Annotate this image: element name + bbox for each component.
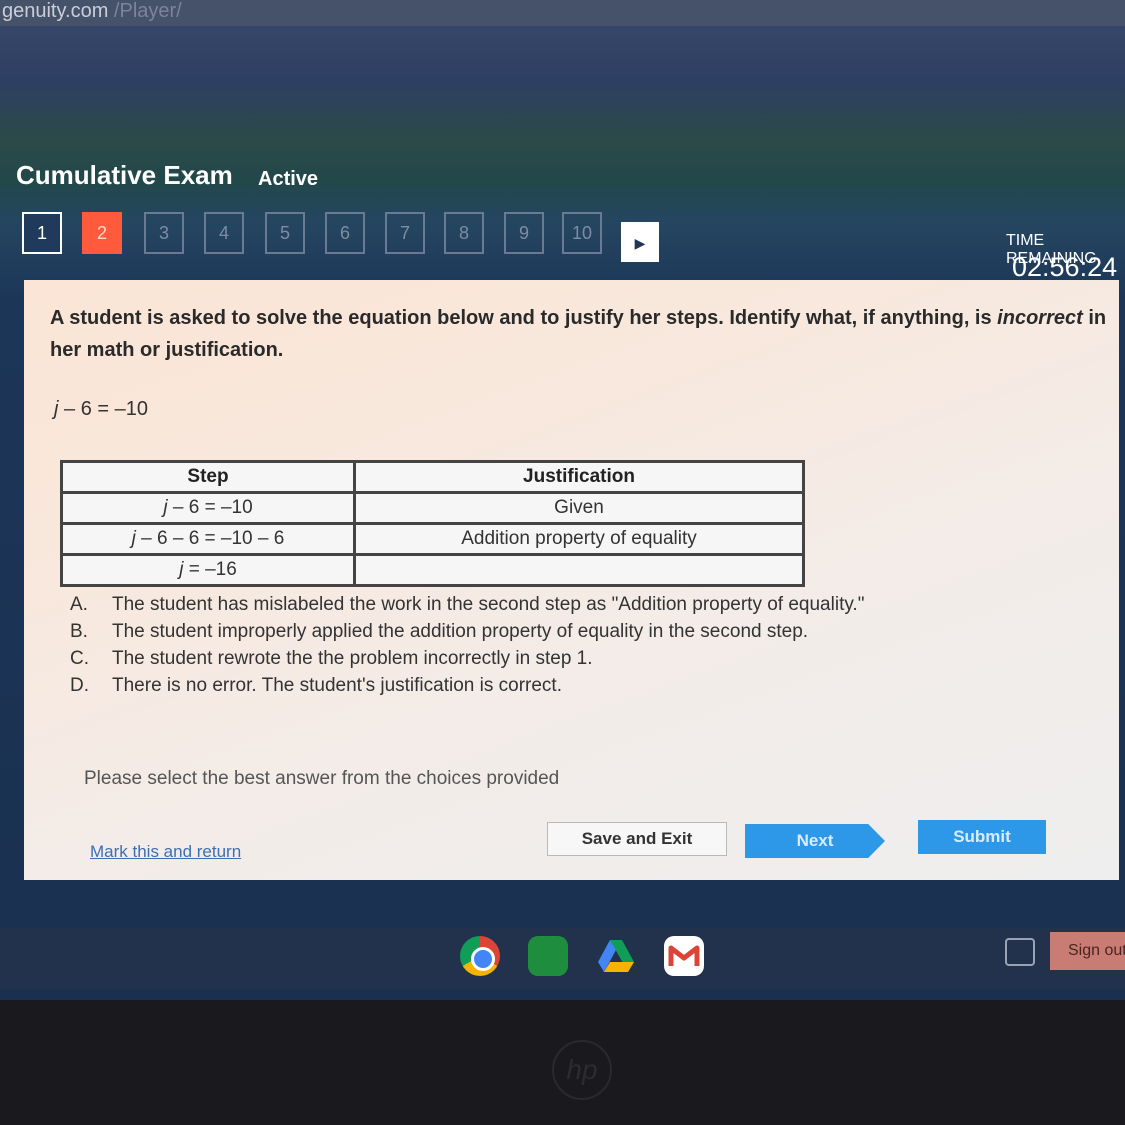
browser-url-bar[interactable]: genuity.com /Player/ bbox=[0, 0, 1125, 26]
answer-choice-a[interactable]: A. The student has mislabeled the work in… bbox=[70, 594, 864, 621]
chrome-icon[interactable] bbox=[460, 936, 500, 976]
justification-cell: Addition property of equality bbox=[353, 522, 805, 556]
next-question-arrow-icon[interactable]: ▶ bbox=[621, 222, 659, 262]
choice-letter: C. bbox=[70, 648, 89, 669]
steps-table: Step Justification j – 6 = –10 Given j –… bbox=[60, 460, 805, 587]
answer-choice-b[interactable]: B. The student improperly applied the add… bbox=[70, 621, 864, 648]
question-text-emphasis: incorrect bbox=[997, 307, 1083, 329]
choice-text: The student has mislabeled the work in t… bbox=[112, 594, 865, 615]
choice-text: There is no error. The student's justifi… bbox=[112, 675, 562, 696]
answer-choice-d[interactable]: D. There is no error. The student's justi… bbox=[70, 675, 864, 702]
choice-letter: D. bbox=[70, 675, 89, 696]
step-column-header: Step bbox=[60, 460, 356, 494]
question-footer: Mark this and return Save and Exit Next … bbox=[64, 820, 1084, 880]
time-remaining-value: 02:56:24 bbox=[1012, 252, 1118, 282]
equation-expression: – 6 = –10 bbox=[58, 398, 148, 420]
question-button-5[interactable]: 5 bbox=[265, 212, 305, 254]
exam-header: Cumulative Exam Active bbox=[0, 150, 1125, 200]
step-cell: j – 6 = –10 bbox=[60, 491, 356, 525]
step-cell: j – 6 – 6 = –10 – 6 bbox=[60, 522, 356, 556]
equation: j – 6 = –10 bbox=[54, 398, 148, 421]
question-panel: A student is asked to solve the equation… bbox=[24, 280, 1119, 880]
step-expression: – 6 – 6 = –10 – 6 bbox=[135, 528, 285, 549]
answer-choice-c[interactable]: C. The student rewrote the the problem in… bbox=[70, 648, 864, 675]
step-expression: = –16 bbox=[183, 559, 237, 580]
question-button-2[interactable]: 2 bbox=[82, 212, 122, 254]
question-prompt: A student is asked to solve the equation… bbox=[50, 302, 1110, 366]
gmail-icon[interactable] bbox=[664, 936, 704, 976]
question-button-4[interactable]: 4 bbox=[204, 212, 244, 254]
question-button-10[interactable]: 10 bbox=[562, 212, 602, 254]
table-row: j – 6 = –10 Given bbox=[60, 491, 805, 525]
question-text-part1: A student is asked to solve the equation… bbox=[50, 307, 998, 329]
choice-text: The student rewrote the the problem inco… bbox=[112, 648, 593, 669]
url-host: genuity.com bbox=[2, 0, 109, 22]
question-button-8[interactable]: 8 bbox=[444, 212, 484, 254]
url-path: /Player/ bbox=[113, 0, 182, 22]
next-button[interactable]: Next bbox=[745, 824, 885, 858]
instruction-hint: Please select the best answer from the c… bbox=[84, 768, 560, 789]
sign-out-button[interactable]: Sign out bbox=[1050, 932, 1125, 970]
exam-status: Active bbox=[258, 168, 319, 190]
choice-text: The student improperly applied the addit… bbox=[112, 621, 809, 642]
submit-button[interactable]: Submit bbox=[918, 820, 1046, 854]
table-row: j – 6 – 6 = –10 – 6 Addition property of… bbox=[60, 522, 805, 556]
justification-cell: Given bbox=[353, 491, 805, 525]
save-and-exit-button[interactable]: Save and Exit bbox=[547, 822, 727, 856]
choice-letter: A. bbox=[70, 594, 88, 615]
tray-icon[interactable] bbox=[1005, 938, 1035, 966]
justification-column-header: Justification bbox=[353, 460, 805, 494]
question-button-3[interactable]: 3 bbox=[144, 212, 184, 254]
step-expression: – 6 = –10 bbox=[167, 497, 253, 518]
question-button-9[interactable]: 9 bbox=[504, 212, 544, 254]
hp-logo-icon: hp bbox=[552, 1040, 612, 1100]
drive-icon[interactable] bbox=[596, 936, 636, 976]
answer-choices: A. The student has mislabeled the work in… bbox=[70, 594, 864, 702]
question-button-7[interactable]: 7 bbox=[385, 212, 425, 254]
choice-letter: B. bbox=[70, 621, 88, 642]
os-shelf: Sign out bbox=[0, 928, 1125, 990]
exam-title: Cumulative Exam bbox=[16, 160, 233, 190]
table-row: j = –16 bbox=[60, 553, 805, 587]
screen: genuity.com /Player/ Cumulative Exam Act… bbox=[0, 0, 1125, 1000]
step-cell: j = –16 bbox=[60, 553, 356, 587]
question-button-6[interactable]: 6 bbox=[325, 212, 365, 254]
table-header-row: Step Justification bbox=[60, 460, 805, 494]
justification-cell bbox=[353, 553, 805, 587]
mark-and-return-link[interactable]: Mark this and return bbox=[90, 842, 241, 862]
classroom-icon[interactable] bbox=[528, 936, 568, 976]
question-button-1[interactable]: 1 bbox=[22, 212, 62, 254]
